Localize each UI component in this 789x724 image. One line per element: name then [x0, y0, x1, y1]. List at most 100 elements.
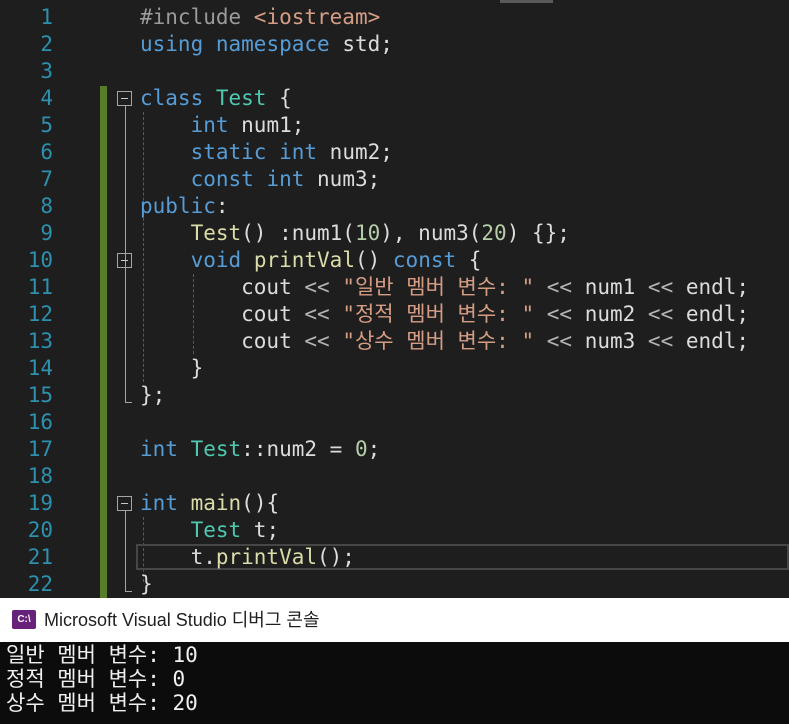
line-number: 20 [27, 518, 53, 542]
line-number: 5 [40, 113, 53, 137]
code-editor[interactable]: 1 #include <iostream> 2 using namespace std… [0, 0, 789, 598]
code-line[interactable]: 7 const int num3; [0, 166, 789, 193]
scrollbar-thumb[interactable] [500, 0, 553, 3]
console-title: Microsoft Visual Studio 디버그 콘솔 [44, 610, 320, 630]
code-line[interactable]: 22} [0, 571, 789, 598]
code-token: Test [190, 518, 242, 542]
line-number: 1 [40, 5, 53, 29]
line-number: 6 [40, 140, 53, 164]
code-line[interactable]: 21 t.printVal(); [0, 544, 789, 571]
code-token: cout [140, 302, 305, 326]
code-line[interactable]: 20 Test t; [0, 517, 789, 544]
code-token: int [190, 113, 229, 137]
code-line[interactable]: 17 int Test::num2 = 0; [0, 436, 789, 463]
line-number: 21 [27, 545, 53, 569]
code-line[interactable]: 19 int main(){ [0, 490, 789, 517]
code-token: 0 [354, 437, 368, 461]
code-line[interactable]: 4 class Test { [0, 85, 789, 112]
code-token: num1; [228, 113, 305, 137]
code-token: t; [241, 518, 280, 542]
code-line[interactable]: 18 [0, 463, 789, 490]
code-text: t.printVal(); [140, 544, 355, 571]
code-line[interactable]: 3 [0, 58, 789, 85]
console-output-line: 상수 멤버 변수: 20 [6, 691, 198, 715]
code-token: cout [140, 275, 305, 299]
code-token: ; [367, 437, 381, 461]
code-token: void [190, 248, 242, 272]
code-line[interactable]: 5 int num1; [0, 112, 789, 139]
code-line[interactable]: 14 } [0, 355, 789, 382]
code-token: std; [329, 32, 393, 56]
code-token: class [140, 86, 204, 110]
code-line[interactable]: 11 cout << "일반 멤버 변수: " << num1 << endl; [0, 274, 789, 301]
code-text: int main(){ [140, 490, 279, 517]
code-text: void printVal() const { [140, 247, 482, 274]
code-token: <iostream> [253, 5, 381, 29]
code-line[interactable]: 8 public: [0, 193, 789, 220]
code-line[interactable]: 16 [0, 409, 789, 436]
code-token: << [546, 329, 573, 353]
code-token: #include [140, 5, 254, 29]
code-token: const [190, 167, 254, 191]
code-line[interactable]: 1 #include <iostream> [0, 4, 789, 31]
code-line[interactable]: 6 static int num2; [0, 139, 789, 166]
code-text: Test() :num1(10), num3(20) {}; [140, 220, 570, 247]
line-number: 13 [27, 329, 53, 353]
code-token: static [190, 140, 267, 164]
code-line[interactable]: 13 cout << "상수 멤버 변수: " << num3 << endl; [0, 328, 789, 355]
code-token: "일반 멤버 변수: " [342, 275, 535, 299]
code-line[interactable]: 2 using namespace std; [0, 31, 789, 58]
code-line[interactable]: 9 Test() :num1(10), num3(20) {}; [0, 220, 789, 247]
code-token: endl; [673, 329, 750, 353]
code-token: "정적 멤버 변수: " [342, 302, 535, 326]
code-token: << [304, 329, 330, 353]
code-token: endl; [673, 275, 750, 299]
code-line[interactable]: 12 cout << "정적 멤버 변수: " << num2 << endl; [0, 301, 789, 328]
line-number: 12 [27, 302, 53, 326]
code-line[interactable]: 10 void printVal() const { [0, 247, 789, 274]
code-text: using namespace std; [140, 31, 393, 58]
code-token: << [647, 275, 674, 299]
code-token: main [190, 491, 242, 515]
code-token: int [279, 140, 318, 164]
code-token: } [140, 572, 153, 596]
code-line[interactable]: 15}; [0, 382, 789, 409]
code-token: num3 [572, 329, 648, 353]
console-output-line: 정적 멤버 변수: 0 [6, 667, 186, 691]
code-token: ) {}; [506, 221, 570, 245]
code-token: << [647, 329, 674, 353]
code-token: public [140, 194, 216, 218]
line-number: 18 [27, 464, 53, 488]
line-number: 17 [27, 437, 53, 461]
code-token: int [266, 167, 305, 191]
code-text: Test t; [140, 517, 280, 544]
line-number: 9 [40, 221, 53, 245]
console-title-bar[interactable]: C:\ Microsoft Visual Studio 디버그 콘솔 [0, 598, 789, 642]
line-number: 22 [27, 572, 53, 596]
code-text: cout << "일반 멤버 변수: " << num1 << endl; [140, 274, 749, 301]
line-number: 3 [40, 59, 53, 83]
line-number: 14 [27, 356, 53, 380]
code-token: "상수 멤버 변수: " [342, 329, 535, 353]
code-text: } [140, 571, 153, 598]
code-token: int [140, 437, 178, 461]
debug-console-window[interactable]: C:\ Microsoft Visual Studio 디버그 콘솔 일반 멤버… [0, 598, 789, 724]
code-token: }; [140, 383, 166, 407]
code-token: { [266, 86, 292, 110]
code-token: int [140, 491, 178, 515]
line-number: 15 [27, 383, 53, 407]
code-token: << [546, 275, 573, 299]
code-token: << [304, 275, 330, 299]
code-token: () [354, 248, 393, 272]
